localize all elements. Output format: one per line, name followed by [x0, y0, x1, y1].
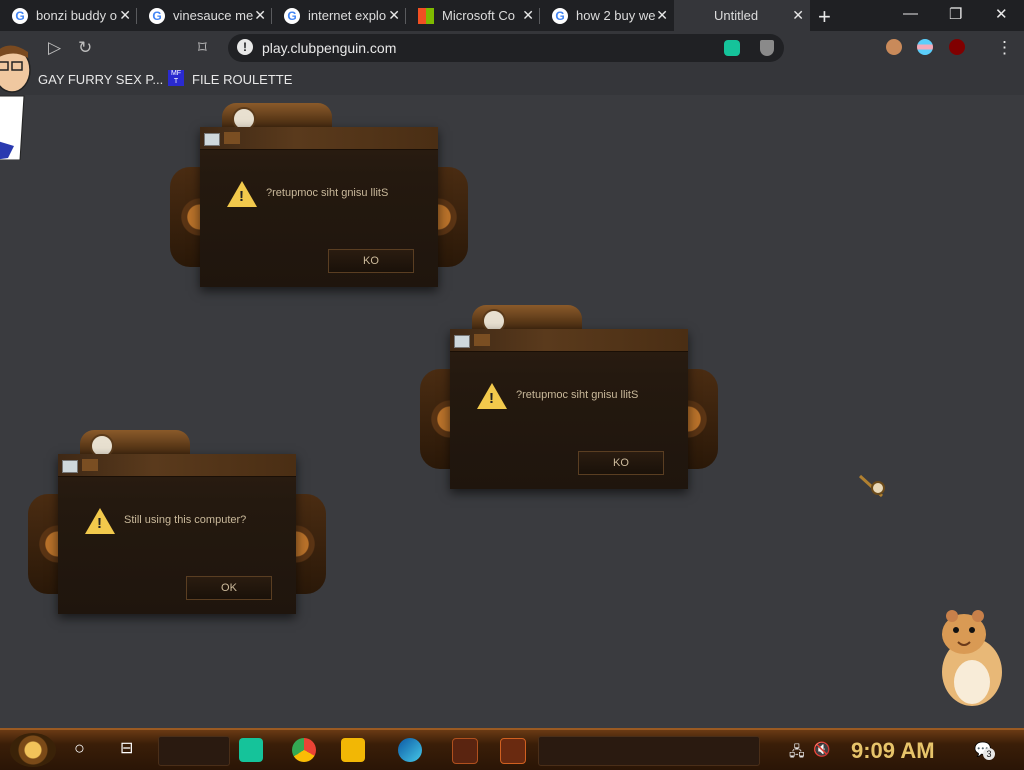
taskbar-slot [158, 736, 230, 766]
tab-close-icon[interactable]: ✕ [792, 7, 804, 24]
forward-icon[interactable]: ▷ [48, 38, 61, 58]
avatar-extension-icon[interactable] [886, 39, 902, 55]
close-window-button[interactable]: ✕ [995, 5, 1008, 23]
app-icon[interactable] [500, 738, 526, 764]
dialog-titlebar[interactable] [58, 454, 296, 477]
warning-icon: ! [477, 383, 507, 409]
tab-title: Untitled [714, 8, 759, 23]
reload-icon[interactable]: ↻ [78, 38, 92, 58]
hamster-mascot[interactable] [930, 606, 1010, 710]
tab-title: how 2 buy we [576, 8, 656, 23]
tab-close-icon[interactable]: ✕ [522, 7, 534, 24]
dialog-titlebar[interactable] [450, 329, 688, 352]
site-info-icon[interactable]: ! [237, 39, 253, 55]
title-glyph [82, 459, 98, 471]
tab-close-icon[interactable]: ✕ [254, 7, 266, 24]
tab-internet-explorer[interactable]: G internet explo ✕ [272, 0, 406, 31]
new-tab-button[interactable]: + [818, 4, 831, 30]
dialog-body: ! ?retupmoc siht gnisu llitS KO [200, 127, 438, 287]
network-icon[interactable]: 🖧 [789, 741, 805, 765]
google-icon: G [149, 7, 165, 24]
bookmark-icon[interactable]: ⌑ [198, 38, 207, 58]
taskbar: ○ ⊟ 🖧 🔇 9:09 AM 💬 [0, 728, 1024, 770]
shield-icon[interactable] [760, 40, 774, 56]
clock[interactable]: 9:09 AM [851, 738, 935, 764]
tab-close-icon[interactable]: ✕ [388, 7, 400, 24]
window-icon [62, 460, 78, 473]
microsoft-icon [418, 7, 434, 24]
grammarly-icon[interactable] [724, 40, 740, 56]
task-view-icon[interactable]: ⊟ [120, 738, 133, 758]
tab-microsoft[interactable]: Microsoft Co ✕ [406, 0, 540, 31]
tab-title: internet explo [308, 8, 387, 23]
url-text[interactable]: play.clubpenguin.com [262, 40, 396, 56]
warning-dialog-2: ! ?retupmoc siht gnisu llitS KO [420, 305, 718, 489]
tab-title: Microsoft Co [442, 8, 515, 23]
google-icon: G [552, 7, 568, 24]
browser-toolbar: ▷ ↻ ⌑ ! play.clubpenguin.com ⋮ [0, 31, 1024, 65]
tab-close-icon[interactable]: ✕ [119, 7, 131, 24]
tab-close-icon[interactable]: ✕ [656, 7, 668, 24]
bookmark-item[interactable]: GAY FURRY SEX P... [38, 72, 163, 87]
dialog-body: ! Still using this computer? OK [58, 454, 296, 614]
dialog-message: ?retupmoc siht gnisu llitS [516, 389, 639, 401]
window-icon [454, 335, 470, 348]
search-icon[interactable]: ○ [74, 738, 85, 759]
tab-untitled[interactable]: Untitled ✕ [674, 0, 810, 31]
bookmarks-bar: GAY FURRY SEX P... MF T FILE ROULETTE [0, 65, 1024, 95]
dialog-body: ! ?retupmoc siht gnisu llitS KO [450, 329, 688, 489]
bookmark-item[interactable]: FILE ROULETTE [192, 72, 292, 87]
taskbar-slot [538, 736, 760, 766]
title-glyph [224, 132, 240, 144]
tab-bonzi-buddy[interactable]: G bonzi buddy o ✕ [0, 0, 137, 31]
warning-icon: ! [85, 508, 115, 534]
tab-how-2-buy[interactable]: G how 2 buy we ✕ [540, 0, 674, 31]
browser-tab-strip: G bonzi buddy o ✕ G vinesauce me ✕ G int… [0, 0, 1024, 31]
google-icon: G [12, 7, 28, 24]
flag-extension-icon[interactable] [917, 39, 933, 55]
window-icon [204, 133, 220, 146]
dialog-message: ?retupmoc siht gnisu llitS [266, 187, 389, 199]
address-bar[interactable]: ! play.clubpenguin.com [228, 34, 784, 62]
tab-title: bonzi buddy o [36, 8, 117, 23]
dialog-ok-button[interactable]: KO [328, 249, 414, 273]
ublock-icon[interactable] [949, 39, 965, 55]
maximize-button[interactable]: ❐ [949, 5, 962, 23]
warning-dialog-3: ! Still using this computer? OK [28, 430, 326, 614]
file-explorer-icon[interactable] [341, 738, 365, 762]
edge-icon[interactable] [398, 738, 422, 762]
title-glyph [474, 334, 490, 346]
menu-icon[interactable]: ⋮ [996, 38, 1013, 58]
mft-icon: MF T [168, 70, 184, 86]
game-app-icon[interactable] [452, 738, 478, 764]
volume-muted-icon[interactable]: 🔇 [813, 741, 830, 758]
dialog-message: Still using this computer? [124, 514, 247, 526]
minimize-button[interactable]: — [903, 5, 918, 22]
steampunk-cursor-icon [858, 474, 885, 498]
desktop-character[interactable] [0, 40, 38, 160]
dialog-titlebar[interactable] [200, 127, 438, 150]
dialog-ok-button[interactable]: KO [578, 451, 664, 475]
notification-badge: 3 [983, 748, 995, 760]
google-icon: G [284, 7, 300, 24]
chat-app-icon[interactable] [239, 738, 263, 762]
warning-dialog-1: ! ?retupmoc siht gnisu llitS KO [170, 103, 468, 287]
chrome-icon[interactable] [292, 738, 316, 762]
tab-title: vinesauce me [173, 8, 254, 23]
warning-icon: ! [227, 181, 257, 207]
tab-vinesauce[interactable]: G vinesauce me ✕ [137, 0, 272, 31]
dialog-ok-button[interactable]: OK [186, 576, 272, 600]
start-button[interactable] [10, 733, 56, 767]
